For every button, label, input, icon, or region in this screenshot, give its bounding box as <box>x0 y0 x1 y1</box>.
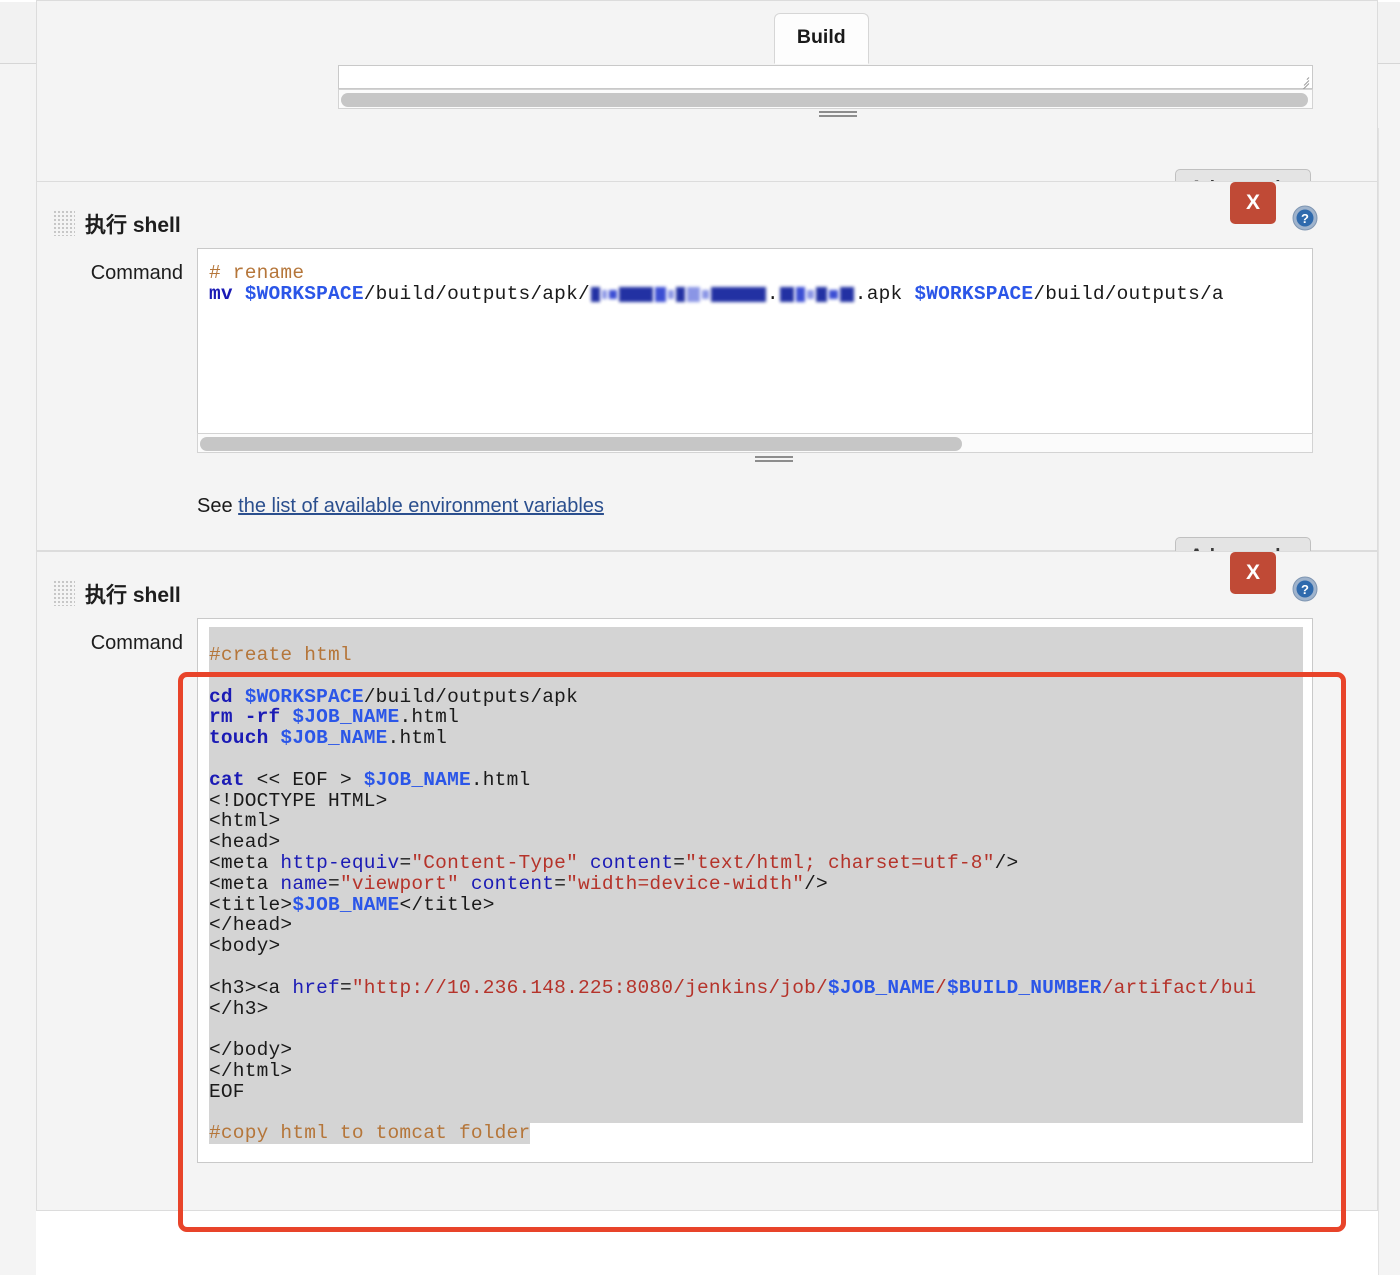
command-textarea-2[interactable]: #create html cd $WORKSPACE/build/outputs… <box>197 618 1313 1163</box>
svg-text:?: ? <box>1301 582 1309 597</box>
builder-title-2: 执行 shell <box>85 584 181 607</box>
builder-block-2: 执行 shell Command #create html cd $WORKSP… <box>36 551 1378 1211</box>
help-icon-1[interactable]: ? <box>1292 205 1318 231</box>
command-textarea-1[interactable]: # rename mv $WORKSPACE/build/outputs/apk… <box>197 248 1313 434</box>
resize-handle-icon[interactable] <box>1297 74 1310 92</box>
drag-handle-icon-2[interactable] <box>53 580 75 606</box>
horizontal-scrollbar-0[interactable] <box>338 89 1313 109</box>
command-code-1[interactable]: # rename mv $WORKSPACE/build/outputs/apk… <box>209 263 1224 305</box>
drag-handle-icon-1[interactable] <box>53 210 75 236</box>
scrollbar-thumb[interactable] <box>200 437 962 451</box>
drag-grip-icon-1[interactable] <box>755 456 793 463</box>
right-gutter <box>1378 128 1400 1275</box>
left-gutter <box>0 128 36 1275</box>
tab-build[interactable]: Build <box>773 12 869 64</box>
drag-grip-icon-0[interactable] <box>819 111 857 118</box>
horizontal-scrollbar-1[interactable] <box>197 433 1313 453</box>
svg-text:?: ? <box>1301 211 1309 226</box>
command-code-2[interactable]: #create html cd $WORKSPACE/build/outputs… <box>209 627 1303 1145</box>
build-config-page: Advanced... 执行 shell Command # rename mv… <box>0 0 1400 1275</box>
env-variables-row-1: See the list of available environment va… <box>197 495 604 518</box>
command-label-2: Command <box>90 632 183 654</box>
builder-title-1: 执行 shell <box>85 214 181 237</box>
builder-block-1: 执行 shell Command # rename mv $WORKSPACE/… <box>36 181 1378 577</box>
delete-builder-button-2[interactable]: X <box>1230 552 1276 594</box>
scrollbar-thumb[interactable] <box>341 93 1308 107</box>
env-prefix-text: See <box>197 495 233 517</box>
delete-builder-button-1[interactable]: X <box>1230 182 1276 224</box>
command-label-1: Command <box>90 262 183 284</box>
help-icon-2[interactable]: ? <box>1292 576 1318 602</box>
env-variables-link[interactable]: the list of available environment variab… <box>238 495 604 517</box>
command-textarea-0[interactable] <box>338 65 1313 92</box>
